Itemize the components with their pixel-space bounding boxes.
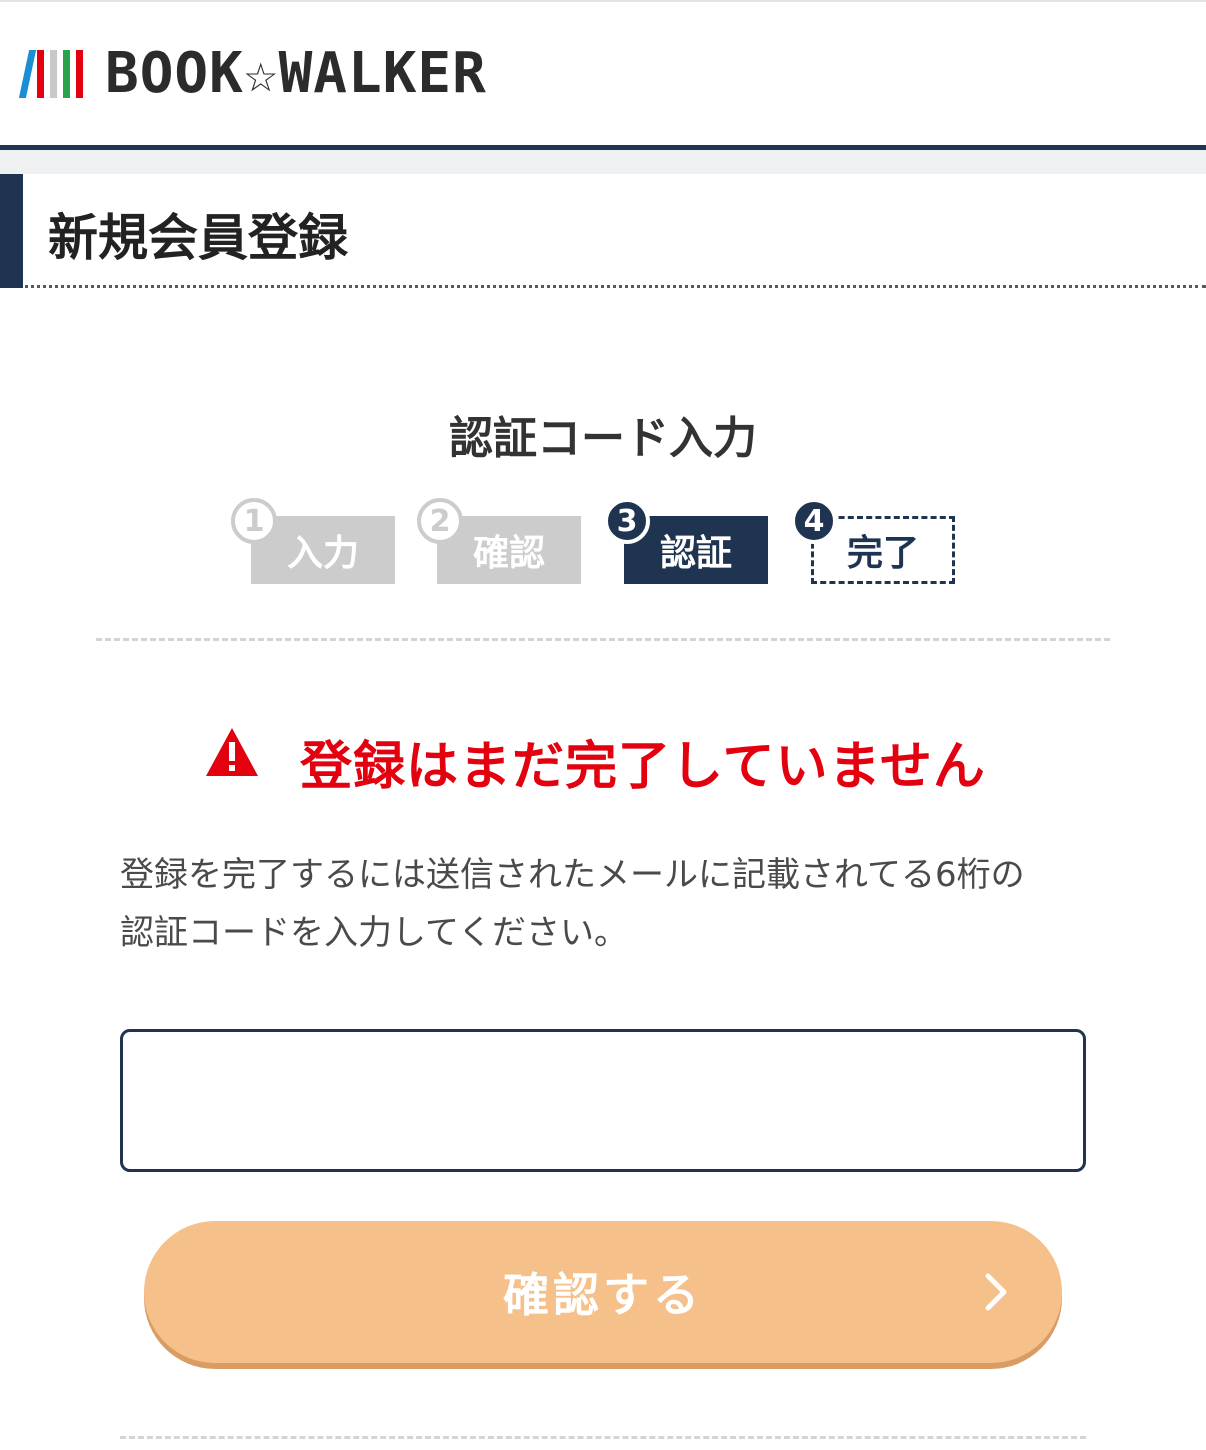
logo-text: BOOK☆WALKER — [105, 41, 487, 106]
site-header: BOOK☆WALKER — [0, 0, 1206, 150]
header-spacer — [0, 150, 1206, 174]
page-title-bar: 新規会員登録 — [0, 174, 1206, 288]
warning-text: 登録はまだ完了していません — [300, 737, 986, 797]
chevron-right-icon — [985, 1273, 1007, 1311]
section-heading: 認証コード入力 — [449, 413, 757, 464]
bookwalker-logo[interactable]: BOOK☆WALKER — [18, 41, 487, 106]
title-accent-bar — [0, 174, 23, 288]
step-number-badge: 3 — [604, 498, 650, 544]
divider — [96, 638, 1110, 641]
instruction-text: 登録を完了するには送信されたメールに記載されてる6桁の 認証コードを入力してくだ… — [120, 846, 1090, 962]
step-confirm: 確認 2 — [417, 498, 581, 584]
confirm-button[interactable]: 確認する — [144, 1221, 1062, 1363]
step-complete: 完了 4 — [791, 498, 955, 584]
confirm-button-label: 確認する — [503, 1269, 703, 1321]
step-number-badge: 2 — [417, 498, 463, 544]
divider — [120, 1436, 1086, 1439]
instruction-line: 認証コードを入力してください。 — [120, 913, 628, 953]
step-number-badge: 1 — [231, 498, 277, 544]
step-number-badge: 4 — [791, 498, 837, 544]
logo-bars-icon — [18, 50, 83, 98]
step-verify: 認証 3 — [604, 498, 768, 584]
page-title: 新規会員登録 — [48, 209, 348, 267]
instruction-line: 登録を完了するには送信されたメールに記載されてる6桁の — [120, 855, 1025, 895]
page: BOOK☆WALKER 新規会員登録 認証コード入力 入力 1 確認 2 認証 … — [0, 0, 1206, 1450]
warning-triangle-icon — [206, 728, 258, 776]
step-input: 入力 1 — [231, 498, 395, 584]
warning-message: 登録はまだ完了していません — [0, 720, 1206, 797]
verification-code-input[interactable] — [120, 1029, 1086, 1172]
